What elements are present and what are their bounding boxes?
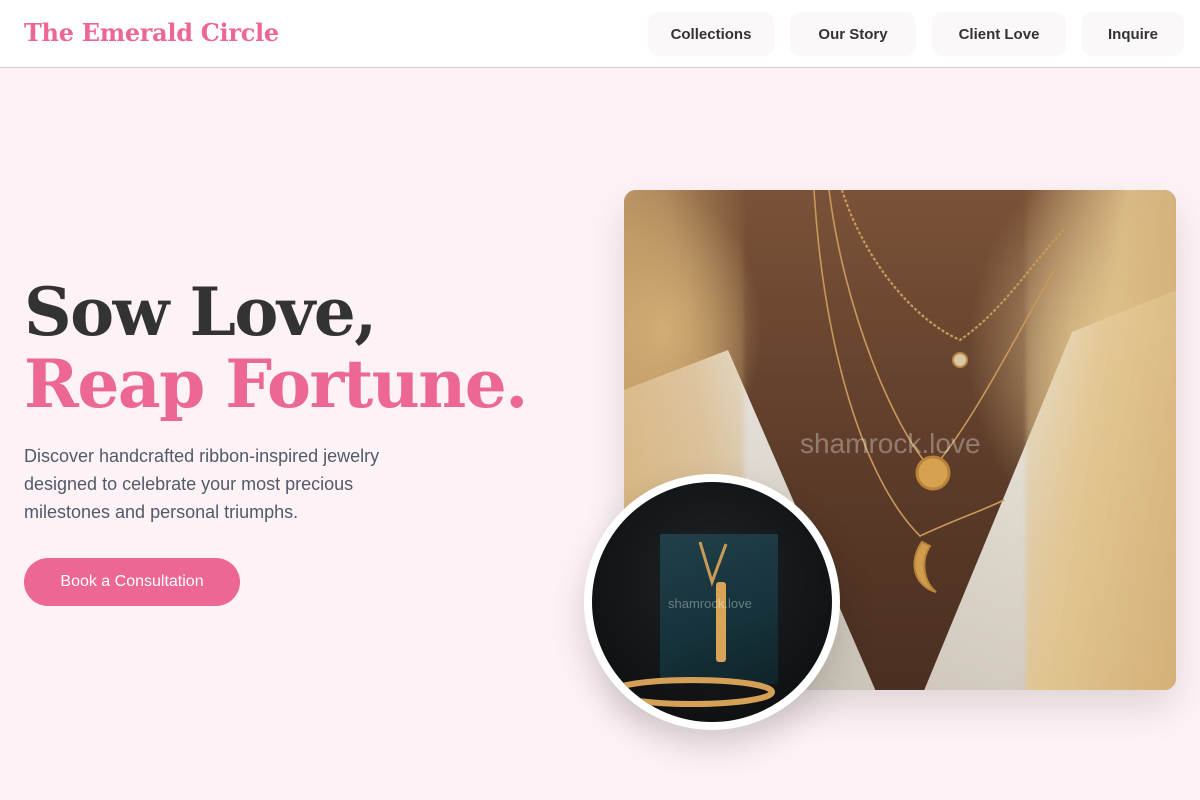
star-pendant (952, 352, 968, 368)
main-watermark: shamrock.love (800, 428, 981, 459)
moon-pendant (913, 540, 937, 593)
coin-pendant (915, 455, 951, 491)
bangle-bracelet (609, 677, 775, 707)
nav-our-story[interactable]: Our Story (790, 12, 916, 56)
hero-description: Discover handcrafted ribbon-inspired jew… (24, 446, 380, 522)
book-consultation-button[interactable]: Book a Consultation (24, 558, 240, 606)
hero-title-line1: Sow Love, (24, 273, 377, 351)
hero-title: Sow Love, Reap Fortune. (24, 273, 528, 423)
nav-collections[interactable]: Collections (648, 12, 774, 56)
chain-short (840, 190, 1065, 342)
inset-watermark: shamrock.love (668, 596, 752, 611)
inset-chain (698, 541, 728, 587)
site-header: The Emerald Circle Collections Our Story… (0, 0, 1200, 68)
bracelet-inset-photo: shamrock.love (592, 482, 832, 722)
hero-title-line2: Reap Fortune. (24, 345, 528, 423)
main-nav: Collections Our Story Client Love Inquir… (648, 12, 1184, 56)
chain-long (813, 190, 1005, 537)
nav-client-love[interactable]: Client Love (932, 12, 1066, 56)
bracelet-inset-frame: shamrock.love (584, 474, 840, 730)
bar-pendant (716, 582, 726, 662)
brand-logo[interactable]: The Emerald Circle (24, 18, 279, 47)
nav-inquire[interactable]: Inquire (1082, 12, 1184, 56)
